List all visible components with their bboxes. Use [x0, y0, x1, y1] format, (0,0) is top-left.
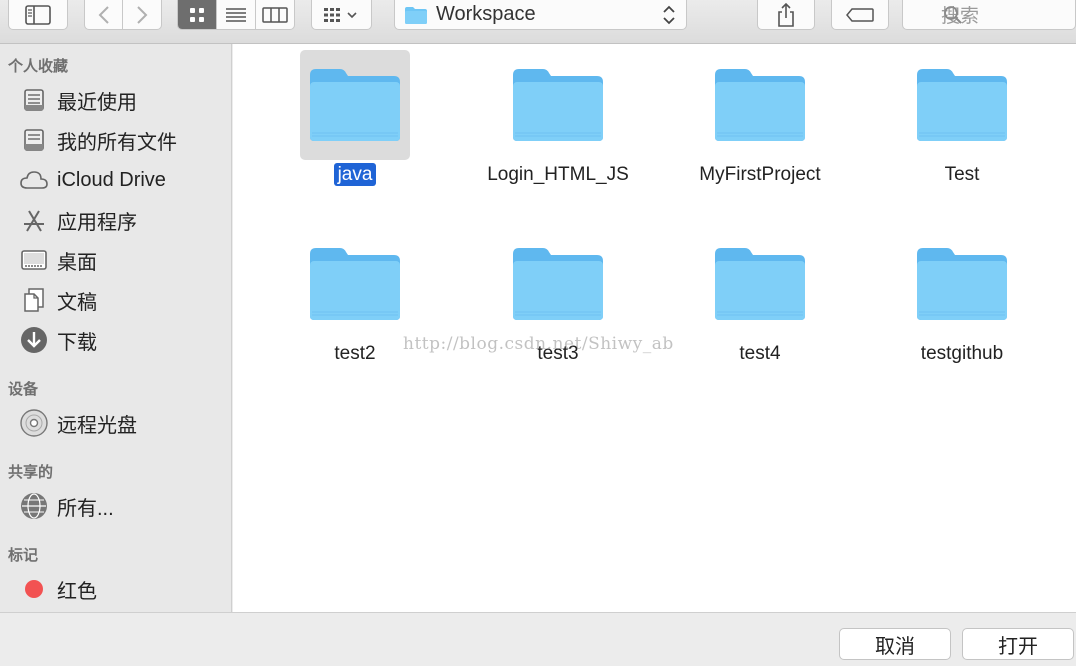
folder-icon [503, 50, 613, 160]
sidebar-item-applications[interactable]: 应用程序 [18, 204, 218, 236]
red-tag-icon [18, 573, 50, 605]
folder-icon [300, 50, 410, 160]
folder-name: MyFirstProject [699, 164, 821, 185]
sidebar-icon [25, 4, 51, 25]
sidebar-item-label: 下载 [57, 331, 97, 354]
arrange-icon [323, 7, 357, 22]
tag-icon [846, 7, 874, 22]
share-button[interactable] [757, 0, 815, 30]
folder-name: testgithub [920, 343, 1004, 364]
downloads-icon [18, 324, 50, 356]
folder-item[interactable]: MyFirstProject [670, 44, 850, 204]
folder-name: test2 [334, 343, 376, 364]
list-icon [226, 7, 246, 22]
path-label: Workspace [436, 3, 536, 25]
folder-name: java [333, 163, 377, 186]
disc-icon [18, 407, 50, 439]
folder-item[interactable]: test4 [670, 223, 850, 383]
column-view-button[interactable] [256, 0, 294, 29]
section-favorites: 个人收藏 [8, 58, 69, 75]
folder-icon [907, 229, 1017, 339]
sidebar-item-shared-all[interactable]: 所有... [18, 490, 218, 522]
chevron-right-icon [137, 5, 148, 24]
sidebar-item-label: 所有... [57, 497, 114, 520]
columns-icon [262, 6, 288, 23]
network-icon [18, 490, 50, 522]
folder-item[interactable]: Login_HTML_JS [468, 44, 648, 204]
nav-back-forward [84, 0, 162, 30]
path-popup[interactable]: Workspace [394, 0, 687, 30]
view-mode-selector [177, 0, 295, 30]
sidebar-item-label: 远程光盘 [57, 414, 137, 437]
sidebar-item-tag-red[interactable]: 红色 [18, 573, 218, 605]
cloud-icon [18, 164, 50, 196]
folder-item[interactable]: test2 [265, 223, 445, 383]
folder-name: Login_HTML_JS [487, 164, 629, 185]
applications-icon [18, 204, 50, 236]
updown-chevron-icon [663, 5, 675, 25]
grid-icon [190, 7, 205, 22]
section-shared: 共享的 [8, 464, 54, 481]
share-icon [778, 2, 794, 27]
sidebar-item-label: 应用程序 [57, 211, 137, 234]
arrange-button[interactable] [311, 0, 372, 30]
list-view-button[interactable] [217, 0, 256, 29]
cancel-button[interactable]: 取消 [839, 628, 951, 660]
sidebar-item-downloads[interactable]: 下载 [18, 324, 218, 356]
sidebar-item-remote-disc[interactable]: 远程光盘 [18, 407, 218, 439]
folder-name: Test [944, 164, 980, 185]
search-icon [944, 6, 962, 24]
watermark: http://blog.csdn.net/Shiwy_ab [403, 334, 674, 354]
folder-item[interactable]: Test [872, 44, 1052, 204]
back-button[interactable] [85, 0, 124, 29]
folder-icon [503, 229, 613, 339]
documents-icon [18, 284, 50, 316]
search-field[interactable]: 搜索 [902, 0, 1076, 30]
sidebar-item-label: 红色 [57, 580, 97, 603]
folder-icon [907, 50, 1017, 160]
sidebar-item-recents[interactable]: 最近使用 [18, 84, 218, 116]
sidebar-toggle-button[interactable] [8, 0, 68, 30]
folder-icon [300, 229, 410, 339]
folder-item[interactable]: testgithub [872, 223, 1052, 383]
icon-view-button[interactable] [178, 0, 218, 29]
folder-small-icon [405, 6, 427, 24]
file-browser: java Login_HTML_JS MyFirstProject Test t… [233, 44, 1076, 612]
sidebar-item-label: 我的所有文件 [57, 131, 177, 154]
sidebar-item-desktop[interactable]: 桌面 [18, 244, 218, 276]
folder-item[interactable]: test3 [468, 223, 648, 383]
folder-item[interactable]: java [265, 44, 445, 204]
all-files-icon [18, 124, 50, 156]
tag-button[interactable] [831, 0, 889, 30]
open-button[interactable]: 打开 [962, 628, 1074, 660]
recents-icon [18, 84, 50, 116]
desktop-icon [18, 244, 50, 276]
folder-name: test4 [739, 343, 781, 364]
folder-icon [705, 50, 815, 160]
bottom-bar: 取消 打开 [0, 612, 1076, 666]
section-devices: 设备 [8, 381, 39, 398]
chevron-left-icon [98, 5, 109, 24]
forward-button[interactable] [123, 0, 161, 29]
section-tags: 标记 [8, 547, 39, 564]
sidebar-item-label: 文稿 [57, 291, 97, 314]
sidebar-item-label: 最近使用 [57, 91, 137, 114]
toolbar: Workspace 搜索 [0, 0, 1076, 44]
sidebar-item-label: 桌面 [57, 251, 97, 274]
sidebar-item-all-files[interactable]: 我的所有文件 [18, 124, 218, 156]
sidebar-item-icloud[interactable]: iCloud Drive [18, 164, 218, 196]
sidebar-item-documents[interactable]: 文稿 [18, 284, 218, 316]
sidebar-item-label: iCloud Drive [57, 168, 166, 191]
folder-icon [705, 229, 815, 339]
sidebar: 个人收藏 最近使用 我的所有文件 iCloud Drive 应用程序 桌面 文稿 [0, 44, 232, 612]
